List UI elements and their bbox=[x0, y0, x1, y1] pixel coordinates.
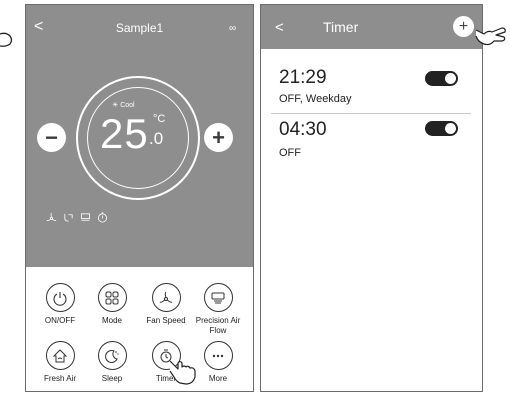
timer-toggle[interactable] bbox=[425, 71, 458, 86]
feature-label: Mode bbox=[101, 316, 122, 325]
feature-precision-air-flow[interactable]: Precision Air Flow bbox=[192, 283, 244, 336]
airflow-icon bbox=[203, 283, 233, 312]
feature-fresh-air[interactable]: Fresh Air bbox=[34, 341, 86, 384]
timer-screen: < Timer + 21:29 OFF, Weekday 04:30 OFF bbox=[260, 4, 483, 392]
timer-time: 21:29 bbox=[279, 67, 327, 88]
back-button[interactable]: < bbox=[275, 19, 284, 36]
fan-icon bbox=[151, 283, 181, 312]
timer-toggle[interactable] bbox=[425, 121, 458, 136]
divider bbox=[271, 113, 471, 114]
hand-pointer-icon bbox=[0, 32, 13, 47]
feature-label: Fan Speed bbox=[146, 316, 186, 325]
plus-icon: + bbox=[458, 17, 469, 35]
sleep-icon bbox=[97, 341, 127, 370]
timer-time: 04:30 bbox=[279, 119, 327, 140]
hand-pointer-icon bbox=[169, 360, 196, 385]
minus-icon: − bbox=[45, 124, 58, 150]
device-title: Sample1 bbox=[115, 21, 164, 35]
plus-icon: + bbox=[212, 124, 225, 150]
temperature-value: 25 bbox=[100, 110, 149, 157]
feature-onoff[interactable]: ON/OFF bbox=[34, 283, 86, 326]
feature-mode[interactable]: Mode bbox=[86, 283, 138, 326]
feature-label: Precision Air Flow bbox=[195, 316, 241, 335]
toggle-knob bbox=[445, 73, 456, 84]
timer-item[interactable]: 04:30 OFF bbox=[279, 119, 327, 159]
hand-pointer-icon bbox=[475, 27, 506, 46]
airflow-icon bbox=[64, 213, 73, 222]
timer-repeat: OFF bbox=[279, 147, 301, 159]
fan-icon bbox=[46, 212, 57, 221]
mode-icon bbox=[97, 283, 127, 312]
louver-icon bbox=[80, 213, 91, 221]
temperature-unit: °C bbox=[153, 113, 166, 125]
timer-repeat: OFF, Weekday bbox=[279, 93, 352, 105]
increase-temp-button[interactable]: + bbox=[204, 123, 233, 152]
status-icon-row bbox=[46, 212, 108, 223]
power-icon bbox=[45, 283, 75, 312]
more-icon bbox=[203, 341, 233, 370]
decrease-temp-button[interactable]: − bbox=[37, 123, 66, 152]
feature-label: Fresh Air bbox=[43, 374, 76, 383]
mode-indicator: ☀ Cool bbox=[112, 102, 135, 109]
page-title: Timer bbox=[323, 19, 359, 35]
feature-label: ON/OFF bbox=[44, 316, 76, 325]
feature-fan-speed[interactable]: Fan Speed bbox=[140, 283, 192, 326]
main-control-screen: < Sample1 ∞ ☀ Cool 25 °C .0 − + ON/OFF M… bbox=[25, 4, 254, 392]
timer-item[interactable]: 21:29 OFF, Weekday bbox=[279, 67, 352, 105]
feature-sleep[interactable]: Sleep bbox=[86, 341, 138, 384]
timer-icon bbox=[97, 212, 108, 223]
toggle-knob bbox=[445, 123, 456, 134]
feature-label: Sleep bbox=[101, 374, 123, 383]
more-options-button[interactable]: ∞ bbox=[229, 23, 236, 34]
temperature-decimal: .0 bbox=[149, 129, 164, 148]
timer-header bbox=[261, 5, 482, 49]
fresh-air-icon bbox=[45, 341, 75, 370]
add-timer-button[interactable]: + bbox=[453, 16, 474, 37]
